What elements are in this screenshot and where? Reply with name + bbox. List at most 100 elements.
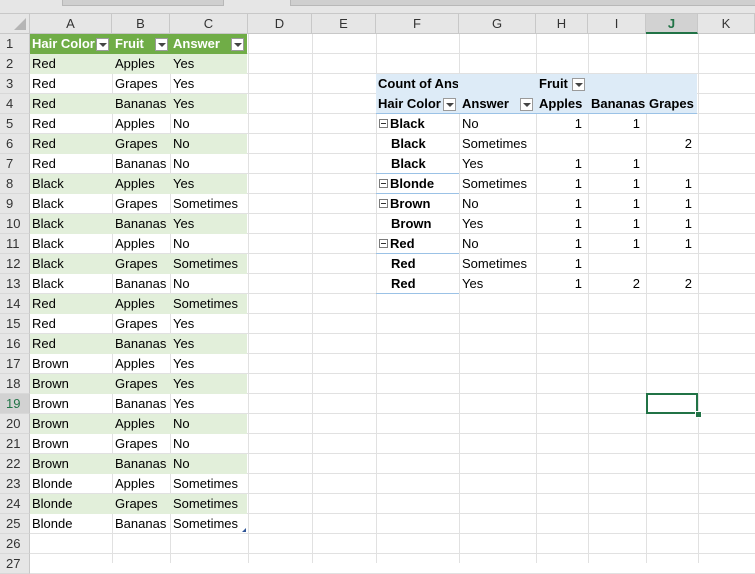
table-cell[interactable]: Red: [32, 54, 110, 74]
row-header-13[interactable]: 13: [0, 274, 30, 294]
pivot-value-cell[interactable]: 1: [646, 174, 692, 194]
table-cell[interactable]: Apples: [115, 114, 171, 134]
row-header-19[interactable]: 19: [0, 394, 30, 414]
row-filter-dropdown-icon[interactable]: [443, 98, 456, 111]
table-cell[interactable]: Bananas: [115, 514, 171, 534]
row-header-25[interactable]: 25: [0, 514, 30, 534]
column-header-h[interactable]: H: [536, 14, 588, 34]
pivot-value-cell[interactable]: 1: [536, 174, 582, 194]
table-cell[interactable]: No: [173, 134, 249, 154]
table-cell[interactable]: Red: [32, 134, 110, 154]
row-header-17[interactable]: 17: [0, 354, 30, 374]
pivot-value-cell[interactable]: [588, 254, 640, 274]
filter-dropdown-icon[interactable]: [155, 38, 168, 51]
row-header-26[interactable]: 26: [0, 534, 30, 554]
table-cell[interactable]: No: [173, 414, 249, 434]
column-header-i[interactable]: I: [588, 14, 646, 34]
table-cell[interactable]: No: [173, 114, 249, 134]
filter-dropdown-icon[interactable]: [231, 38, 244, 51]
table-cell[interactable]: No: [173, 274, 249, 294]
table-cell[interactable]: Black: [32, 234, 110, 254]
table-cell[interactable]: Bananas: [115, 334, 171, 354]
table-cell[interactable]: Red: [32, 314, 110, 334]
row-header-18[interactable]: 18: [0, 374, 30, 394]
row-header-8[interactable]: 8: [0, 174, 30, 194]
table-cell[interactable]: Blonde: [32, 474, 110, 494]
table-cell[interactable]: Bananas: [115, 394, 171, 414]
pivot-value-cell[interactable]: [536, 134, 582, 154]
table-cell[interactable]: Yes: [173, 174, 249, 194]
table-cell[interactable]: Red: [32, 334, 110, 354]
row-header-10[interactable]: 10: [0, 214, 30, 234]
row-header-6[interactable]: 6: [0, 134, 30, 154]
row-header-1[interactable]: 1: [0, 34, 30, 54]
table-resize-handle[interactable]: [242, 528, 246, 532]
table-cell[interactable]: Grapes: [115, 254, 171, 274]
table-cell[interactable]: Sometimes: [173, 254, 249, 274]
column-header-g[interactable]: G: [459, 14, 536, 34]
collapse-icon[interactable]: [379, 119, 388, 129]
table-cell[interactable]: Brown: [32, 434, 110, 454]
table-cell[interactable]: Red: [32, 94, 110, 114]
row-header-12[interactable]: 12: [0, 254, 30, 274]
row-header-14[interactable]: 14: [0, 294, 30, 314]
pivot-value-cell[interactable]: [646, 114, 692, 134]
table-cell[interactable]: Grapes: [115, 314, 171, 334]
column-header-d[interactable]: D: [248, 14, 312, 34]
answer-filter-dropdown-icon[interactable]: [520, 98, 533, 111]
table-cell[interactable]: No: [173, 434, 249, 454]
table-cell[interactable]: Brown: [32, 454, 110, 474]
table-cell[interactable]: Apples: [115, 54, 171, 74]
row-header-24[interactable]: 24: [0, 494, 30, 514]
table-cell[interactable]: Yes: [173, 354, 249, 374]
pivot-value-cell[interactable]: 1: [536, 234, 582, 254]
table-cell[interactable]: Black: [32, 174, 110, 194]
table-cell[interactable]: Yes: [173, 394, 249, 414]
pivot-value-cell[interactable]: 1: [646, 194, 692, 214]
row-header-15[interactable]: 15: [0, 314, 30, 334]
select-all-button[interactable]: [0, 14, 30, 34]
pivot-row-label-hair[interactable]: Blonde: [379, 174, 457, 194]
column-filter-dropdown-icon[interactable]: [572, 78, 585, 91]
table-cell[interactable]: Sometimes: [173, 194, 249, 214]
column-header-c[interactable]: C: [170, 14, 248, 34]
table-cell[interactable]: Apples: [115, 294, 171, 314]
row-header-23[interactable]: 23: [0, 474, 30, 494]
table-cell[interactable]: Sometimes: [173, 294, 249, 314]
filter-dropdown-icon[interactable]: [96, 38, 109, 51]
table-cell[interactable]: Bananas: [115, 94, 171, 114]
row-header-16[interactable]: 16: [0, 334, 30, 354]
table-cell[interactable]: Bananas: [115, 214, 171, 234]
column-header-j[interactable]: J: [646, 14, 698, 34]
pivot-value-cell[interactable]: [588, 134, 640, 154]
column-header-e[interactable]: E: [312, 14, 376, 34]
pivot-value-cell[interactable]: 2: [646, 274, 692, 294]
row-header-7[interactable]: 7: [0, 154, 30, 174]
table-cell[interactable]: Apples: [115, 354, 171, 374]
table-cell[interactable]: No: [173, 234, 249, 254]
pivot-value-cell[interactable]: 1: [536, 114, 582, 134]
table-cell[interactable]: Black: [32, 274, 110, 294]
pivot-value-cell[interactable]: 1: [588, 234, 640, 254]
column-header-a[interactable]: A: [30, 14, 112, 34]
pivot-value-cell[interactable]: 2: [646, 134, 692, 154]
column-header-f[interactable]: F: [376, 14, 459, 34]
pivot-value-cell[interactable]: 1: [588, 194, 640, 214]
table-cell[interactable]: Yes: [173, 54, 249, 74]
table-cell[interactable]: Yes: [173, 334, 249, 354]
pivot-value-cell[interactable]: [646, 254, 692, 274]
table-cell[interactable]: Red: [32, 114, 110, 134]
pivot-value-cell[interactable]: 1: [588, 174, 640, 194]
pivot-row-label-hair[interactable]: Black: [379, 114, 457, 134]
pivot-row-label-hair[interactable]: Red: [379, 234, 457, 254]
table-cell[interactable]: Grapes: [115, 74, 171, 94]
table-cell[interactable]: Brown: [32, 354, 110, 374]
pivot-value-cell[interactable]: 1: [646, 234, 692, 254]
table-cell[interactable]: Bananas: [115, 454, 171, 474]
row-header-3[interactable]: 3: [0, 74, 30, 94]
table-cell[interactable]: Black: [32, 254, 110, 274]
row-header-2[interactable]: 2: [0, 54, 30, 74]
row-header-20[interactable]: 20: [0, 414, 30, 434]
table-cell[interactable]: Brown: [32, 374, 110, 394]
table-cell[interactable]: Grapes: [115, 134, 171, 154]
